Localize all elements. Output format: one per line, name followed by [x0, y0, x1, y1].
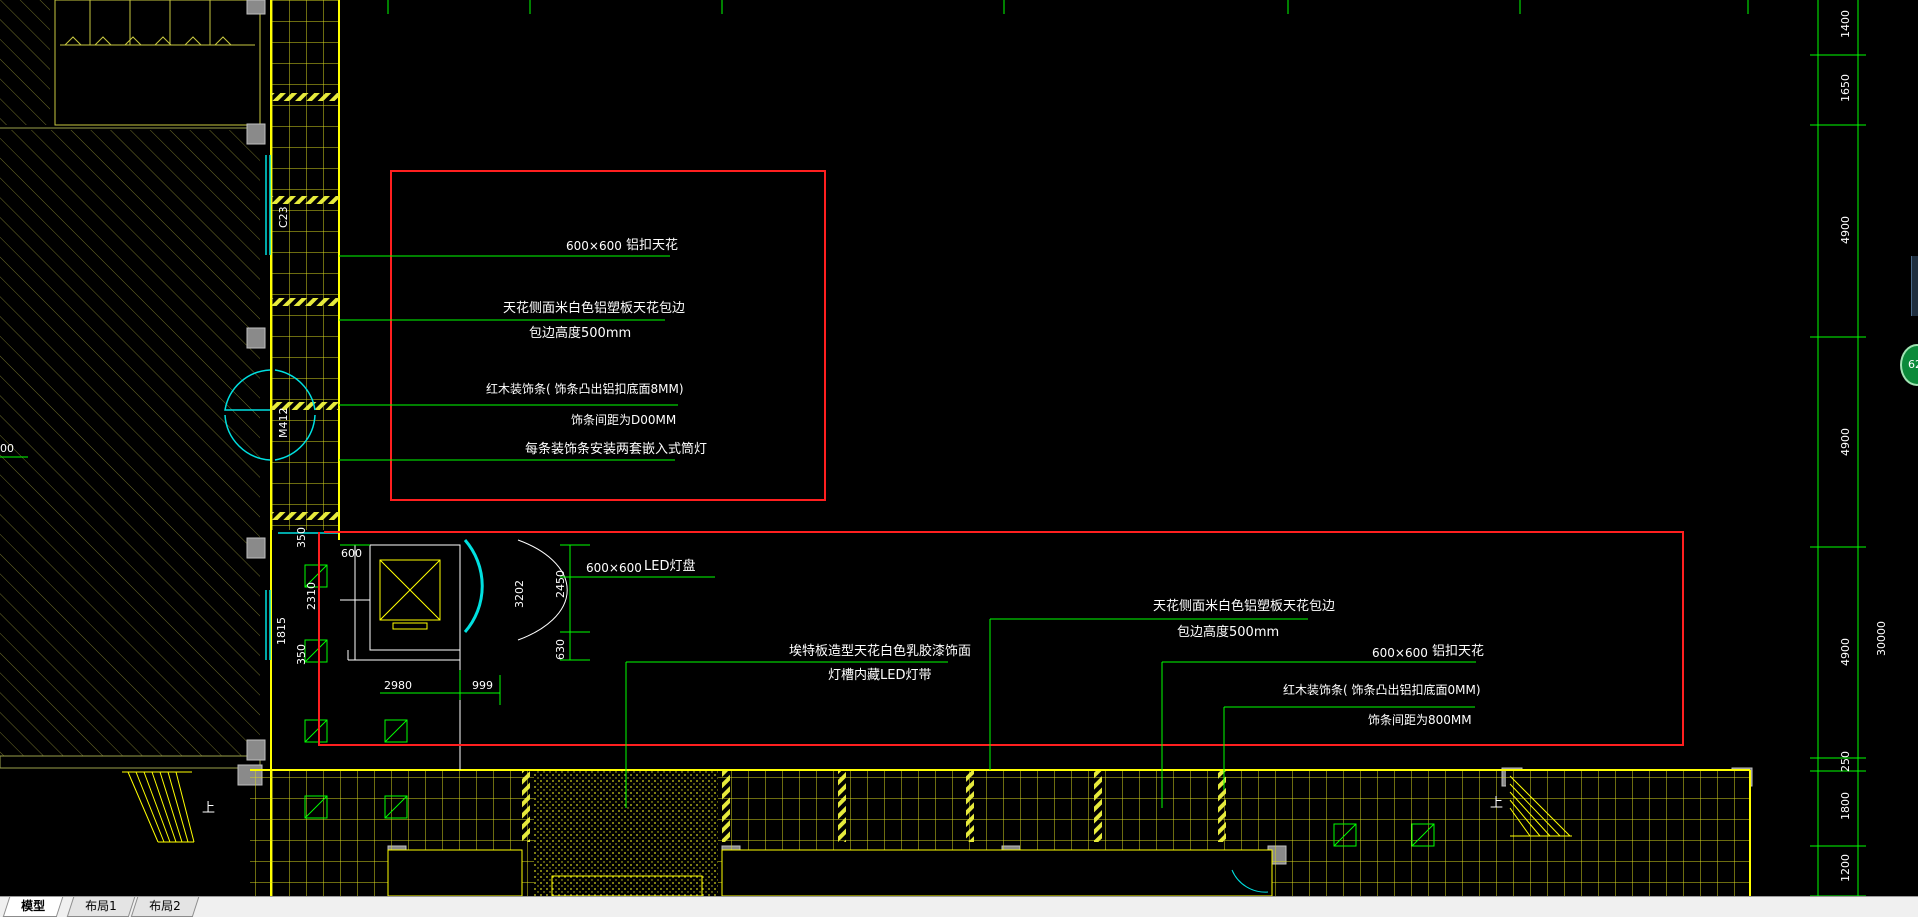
cad-geometry [0, 0, 1866, 896]
annotation-b8: 饰条间距为800MM [1368, 713, 1472, 727]
annotation-b1b: LED灯盘 [644, 559, 696, 574]
dim-1200: 1200 [1839, 854, 1852, 882]
annotation-b6: 600×600 [1372, 646, 1428, 660]
dim-c23: C23 [277, 206, 290, 228]
annotation-b1: 600×600 [586, 561, 642, 575]
dim-2450: 2450 [554, 570, 567, 598]
annotation-a3: 包边高度500mm [529, 326, 632, 341]
dim-3202: 3202 [513, 580, 526, 608]
annotation-b7: 红木装饰条( 饰条凸出铝扣底面0MM) [1283, 683, 1481, 697]
annotation-a5: 饰条间距为D00MM [571, 413, 677, 427]
dim-1650: 1650 [1839, 74, 1852, 102]
dim-00: 00 [0, 442, 14, 455]
tab-model-label: 模型 [21, 899, 46, 913]
hatched-room [0, 130, 260, 756]
dim-350: 350 [295, 527, 308, 548]
annotation-a4: 红木装饰条( 饰条凸出铝扣底面8MM) [486, 382, 684, 396]
dim-250: 250 [1839, 751, 1852, 772]
annotation-a2: 天花侧面米白色铝塑板天花包边 [503, 301, 686, 316]
tab-layout2[interactable]: 布局2 [130, 897, 199, 917]
stair-up-label-1: 上 [202, 801, 216, 816]
tab-model[interactable]: 模型 [2, 897, 64, 917]
tab-layout1[interactable]: 布局1 [66, 897, 135, 917]
dim-4900b: 4900 [1839, 428, 1852, 456]
annotation-b2: 埃特板造型天花白色乳胶漆饰面 [789, 644, 972, 659]
annotation-b6b: 铝扣天花 [1432, 644, 1485, 659]
dim-1400: 1400 [1839, 10, 1852, 38]
tab-layout1-label: 布局1 [85, 899, 117, 913]
tab-layout2-label: 布局2 [149, 899, 181, 913]
annotation-a6: 每条装饰条安装两套嵌入式筒灯 [525, 442, 708, 457]
dim-30000: 30000 [1875, 621, 1888, 656]
dim-2310: 2310 [305, 582, 318, 610]
dim-630: 630 [554, 639, 567, 660]
side-panel-handle[interactable] [1911, 256, 1918, 316]
dim-4900c: 4900 [1839, 638, 1852, 666]
dim-999: 999 [472, 679, 493, 692]
dim-4900a: 4900 [1839, 216, 1852, 244]
dim-350b: 350 [295, 644, 308, 665]
stair-up-label-2: 上 [1490, 796, 1504, 811]
corridor-tiles [271, 0, 339, 530]
dim-1815: 1815 [275, 617, 288, 645]
annotation-b4: 天花侧面米白色铝塑板天花包边 [1153, 599, 1336, 614]
revision-cloud-2[interactable] [318, 531, 1684, 746]
layout-tab-bar: 模型 布局1 布局2 [0, 896, 1918, 917]
dim-m412: M412 [277, 407, 290, 439]
drawing-canvas[interactable]: 600×600 铝扣天花 天花侧面米白色铝塑板天花包边 包边高度500mm 红木… [0, 0, 1918, 896]
annotation-a1b: 铝扣天花 [626, 238, 679, 253]
annotation-b5: 包边高度500mm [1177, 625, 1280, 640]
annotation-b3: 灯槽内藏LED灯带 [828, 668, 932, 683]
dim-1800: 1800 [1839, 792, 1852, 820]
annotation-a1: 600×600 [566, 239, 622, 253]
dim-600: 600 [341, 547, 362, 560]
dim-2980: 2980 [384, 679, 412, 692]
